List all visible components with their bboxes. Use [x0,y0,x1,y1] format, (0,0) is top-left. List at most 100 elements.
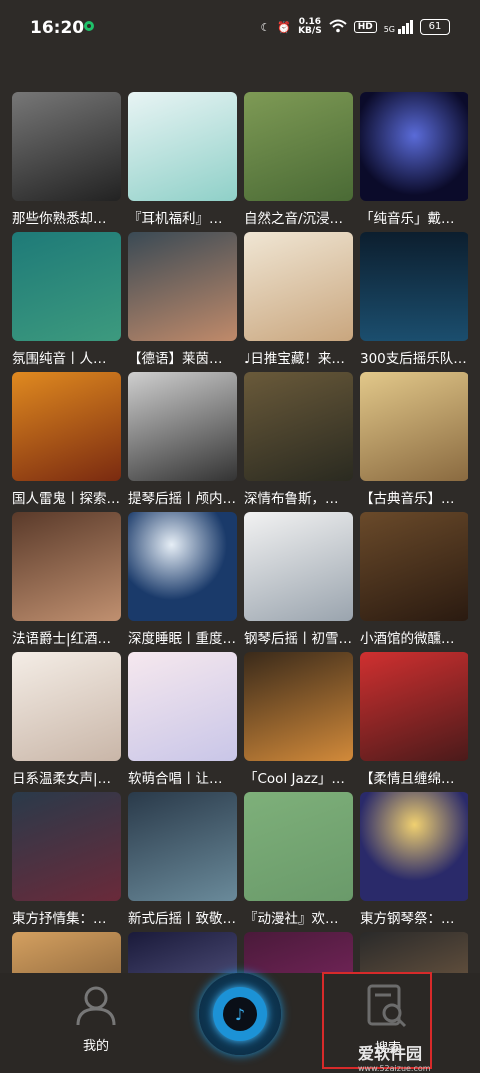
playlist-title: 300支后摇乐队… [360,351,467,367]
hd-badge: HD [353,21,377,33]
playlist-cover [12,232,121,341]
battery-indicator: 61 [420,19,450,35]
playlist-cover [244,512,353,621]
playlist-title: 法语爵士|红酒… [12,631,112,647]
signal-label: 5G [383,25,395,34]
playlist-title: 小酒馆的微醺… [360,631,455,647]
playlist-title: 『耳机福利』… [128,211,223,227]
playlist-title: 日系温柔女声|… [12,771,112,787]
playlist-cover [128,512,237,621]
playlist-cover [12,932,121,973]
playlist-cover [244,792,353,901]
playlist-card[interactable] [244,932,353,973]
playlist-title: 【柔情且缠绵… [360,771,455,787]
playlist-title: 新式后摇丨致敬… [128,911,236,927]
playlist-title: 東方钢琴祭：… [360,911,455,927]
playlist-card[interactable]: 国人雷鬼丨探索… [12,372,121,512]
playlist-card[interactable]: 那些你熟悉却… [12,92,121,232]
playlist-cover [360,372,468,481]
playlist-cover [128,932,237,973]
playlist-cover [244,92,353,201]
playlist-card[interactable]: 小酒馆的微醺… [360,512,468,652]
playlist-title: 「纯音乐」戴… [360,211,455,227]
playlist-cover [128,652,237,761]
nav-mine[interactable]: 我的 [70,983,122,1054]
playlist-cover [128,92,237,201]
playlist-card[interactable]: 提琴后摇丨颅内… [128,372,237,512]
playlist-card[interactable]: 新式后摇丨致敬… [128,792,237,932]
playlist-cover [244,232,353,341]
playlist-cover [360,512,468,621]
now-playing-button[interactable]: ♪ [199,973,281,1055]
now-playing-ring: ♪ [213,987,267,1041]
playlist-title: 国人雷鬼丨探索… [12,491,120,507]
wifi-icon [329,19,347,36]
playlist-cover [360,232,468,341]
playlist-title: 深情布鲁斯，… [244,491,339,507]
playlist-cover [128,372,237,481]
playlist-card[interactable]: 法语爵士|红酒… [12,512,121,652]
playlist-card[interactable]: 『耳机福利』… [128,92,237,232]
playlist-cover [360,792,468,901]
moon-icon: ☾ [260,20,271,34]
playlist-cover [128,232,237,341]
playlist-cover [360,652,468,761]
playlist-title: 【德语】莱茵… [128,351,223,367]
playlist-card[interactable]: 【德语】莱茵… [128,232,237,372]
user-icon [76,986,116,1026]
playlist-title: 提琴后摇丨颅内… [128,491,236,507]
playlist-cover [12,792,121,901]
playlist-card[interactable]: 東方抒情集：… [12,792,121,932]
playlist-title: 钢琴后摇丨初雪… [244,631,352,647]
playlist-title: 自然之音/沉浸… [244,211,344,227]
playlist-cover [244,652,353,761]
playlist-cover [12,372,121,481]
playlist-title: 氛围纯音丨人… [12,351,107,367]
playlist-card[interactable]: 「纯音乐」戴… [360,92,468,232]
playlist-cover [12,512,121,621]
playlist-title: 東方抒情集：… [12,911,107,927]
playlist-title: 深度睡眠丨重度… [128,631,236,647]
playlist-cover [360,932,468,973]
playlist-card[interactable] [12,932,121,973]
playlist-card[interactable]: 软萌合唱丨让… [128,652,237,792]
playlist-card[interactable]: 钢琴后摇丨初雪… [244,512,353,652]
playlist-card[interactable]: 深度睡眠丨重度… [128,512,237,652]
status-bar: 16:20 ☾ ⏰ 0.16 KB/S HD 5G 61 [0,0,480,58]
playlist-card[interactable]: 「Cool Jazz」… [244,652,353,792]
playlist-grid: 那些你熟悉却… 『耳机福利』… 自然之音/沉浸… 「纯音乐」戴… 氛围纯音丨人… 【德语】… [12,92,468,973]
playlist-title: ♩日推宝藏！来… [244,351,345,367]
playlist-cover [128,792,237,901]
playlist-card[interactable]: 自然之音/沉浸… [244,92,353,232]
playlist-card[interactable]: 氛围纯音丨人… [12,232,121,372]
playlist-cover [244,932,353,973]
status-time: 16:20 [30,18,85,38]
playlist-card[interactable]: 東方钢琴祭：… [360,792,468,932]
music-note-icon: ♪ [223,997,257,1031]
playlist-cover [12,92,121,201]
playlist-cover [12,652,121,761]
net-speed: 0.16 KB/S [298,18,322,36]
playlist-card[interactable] [360,932,468,973]
playlist-title: 『动漫社』欢… [244,911,339,927]
playlist-cover [360,92,468,201]
playlist-card[interactable]: 【古典音乐】… [360,372,468,512]
watermark-main: 爱软件园 [358,1044,423,1063]
signal-icon: 5G [384,20,413,34]
playlist-card[interactable] [128,932,237,973]
playlist-card[interactable]: 『动漫社』欢… [244,792,353,932]
app-indicator-icon [84,21,94,31]
playlist-card[interactable]: 日系温柔女声|… [12,652,121,792]
playlist-title: 【古典音乐】… [360,491,455,507]
playlist-card[interactable]: ♩日推宝藏！来… [244,232,353,372]
playlist-card[interactable]: 【柔情且缠绵… [360,652,468,792]
nav-mine-label: 我的 [82,1039,109,1054]
alarm-icon: ⏰ [277,20,292,34]
playlist-title: 那些你熟悉却… [12,211,107,227]
playlist-card[interactable]: 300支后摇乐队… [360,232,468,372]
watermark: 爱软件园 www.52aizue.com [358,1040,431,1073]
playlist-card[interactable]: 深情布鲁斯，… [244,372,353,512]
playlist-title: 「Cool Jazz」… [244,771,345,787]
playlist-cover [244,372,353,481]
watermark-sub: www.52aizue.com [358,1064,431,1073]
